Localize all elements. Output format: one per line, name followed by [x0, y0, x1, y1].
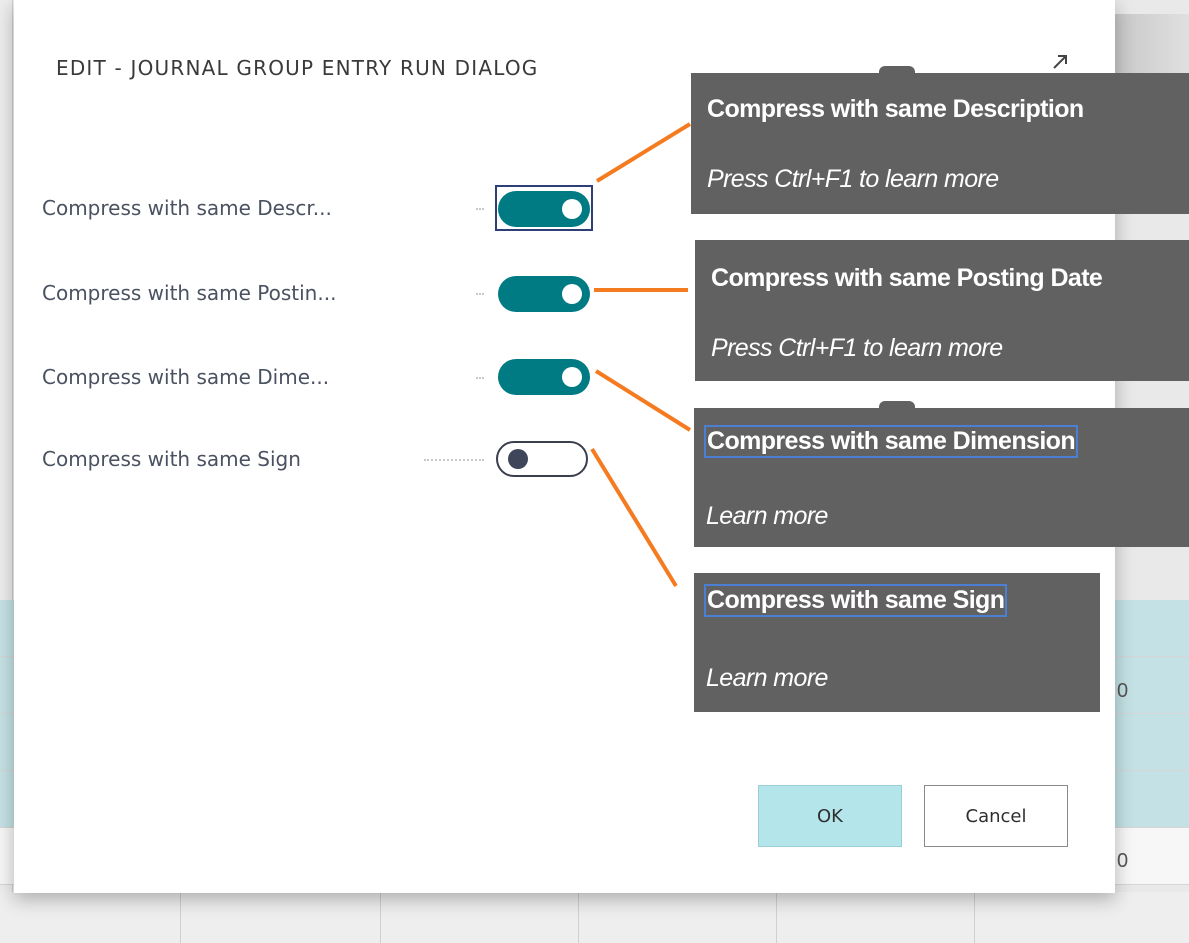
ok-button[interactable]: OK [758, 785, 902, 847]
field-label-compress-description: Compress with same Descr... [42, 196, 332, 220]
cancel-button[interactable]: Cancel [924, 785, 1068, 847]
callout-description: Compress with same Description Press Ctr… [691, 73, 1189, 214]
background-cell-value: 0 [1117, 680, 1129, 702]
toggle-compress-sign[interactable] [496, 441, 588, 477]
background-column-divider [180, 892, 181, 943]
callout-learn-more[interactable]: Learn more [706, 502, 828, 531]
toggle-knob [562, 367, 582, 387]
background-column-divider [578, 892, 579, 943]
callout-title: Compress with same Dimension [704, 425, 1079, 458]
label-leader-dots [476, 377, 484, 381]
dialog-title: EDIT - JOURNAL GROUP ENTRY RUN DIALOG [56, 56, 539, 80]
background-column-divider [380, 892, 381, 943]
field-label-compress-dimension: Compress with same Dime... [42, 365, 330, 389]
field-label-compress-sign: Compress with same Sign [42, 447, 301, 471]
toggle-knob [562, 284, 582, 304]
toggle-knob [508, 449, 528, 469]
background-cell-value: 0 [1117, 850, 1129, 872]
callout-title: Compress with same Posting Date [711, 264, 1103, 292]
callout-dimension: Compress with same Dimension Learn more [694, 408, 1189, 547]
expand-diagonal-arrow-icon[interactable] [1050, 52, 1070, 72]
background-column-divider [974, 892, 975, 943]
background-column-divider [776, 892, 777, 943]
callout-learn-more[interactable]: Press Ctrl+F1 to learn more [707, 165, 999, 194]
label-leader-dots [476, 208, 484, 212]
label-leader-dots [476, 293, 484, 297]
label-leader-dots [424, 459, 484, 463]
toggle-compress-dimension[interactable] [498, 359, 590, 395]
toggle-compress-posting-date[interactable] [498, 276, 590, 312]
callout-posting-date: Compress with same Posting Date Press Ct… [695, 240, 1189, 381]
callout-learn-more[interactable]: Press Ctrl+F1 to learn more [711, 334, 1003, 363]
toggle-knob [562, 199, 582, 219]
callout-title: Compress with same Description [707, 95, 1084, 123]
toggle-compress-description[interactable] [498, 191, 590, 227]
callout-learn-more[interactable]: Learn more [706, 664, 828, 693]
callout-title: Compress with same Sign [704, 584, 1008, 617]
field-label-compress-posting-date: Compress with same Postin... [42, 281, 337, 305]
background-table-footer [0, 892, 1189, 943]
callout-sign: Compress with same Sign Learn more [694, 573, 1100, 712]
